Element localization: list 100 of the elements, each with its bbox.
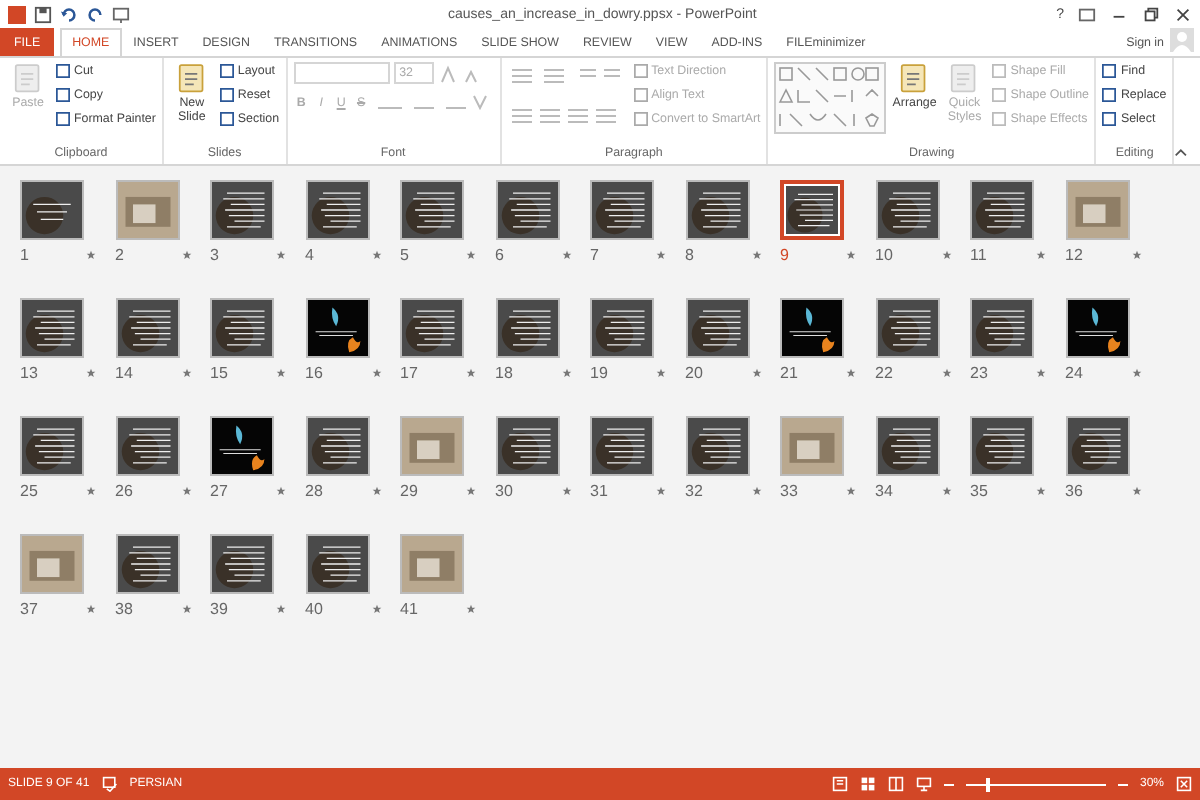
square-icon [992,112,1007,126]
slide-thumbnail[interactable] [685,180,749,240]
slide-thumbnail[interactable] [400,298,464,358]
slide-thumbnail[interactable] [305,180,369,240]
animation-star-icon [86,368,96,378]
animation-star-icon [1036,250,1046,260]
animation-star-icon [371,604,381,614]
slide-thumbnail[interactable] [1065,180,1129,240]
animation-star-icon [1131,368,1141,378]
ribbon-display-icon[interactable] [1078,5,1096,23]
animation-star-icon [276,604,286,614]
slide-thumbnail[interactable] [305,534,369,594]
slide-thumbnail[interactable] [495,298,559,358]
slide-number: 23 [970,364,988,382]
animation-star-icon [846,368,856,378]
slide-thumbnail[interactable] [20,416,84,476]
slide-thumbnail[interactable] [400,416,464,476]
slide-thumbnail[interactable] [210,534,274,594]
animation-star-icon [1036,486,1046,496]
animation-star-icon [846,486,856,496]
reading-view-icon[interactable] [887,776,904,792]
collapse-ribbon-icon[interactable] [1174,146,1188,158]
slide-thumbnail[interactable] [1065,416,1129,476]
slide-thumbnail[interactable] [210,416,274,476]
slide-thumbnail[interactable] [590,180,654,240]
slide-number: 36 [1065,482,1083,500]
restore-icon[interactable] [1142,5,1160,23]
slideshow-icon[interactable] [112,5,130,23]
slide-thumbnail[interactable] [495,416,559,476]
animation-star-icon [1036,368,1046,378]
animation-star-icon [181,604,191,614]
document-icon [14,62,42,96]
shapes-gallery[interactable] [774,62,887,134]
slide-thumbnail[interactable] [115,416,179,476]
user-silhouette-icon [1170,28,1194,52]
slide-number: 17 [400,364,418,382]
slide-thumbnail[interactable] [400,534,464,594]
slide-thumbnail[interactable] [495,180,559,240]
slide-thumbnail[interactable] [685,298,749,358]
animation-star-icon [1131,486,1141,496]
animation-star-icon [561,368,571,378]
slide-number: 26 [115,482,133,500]
square-icon [56,88,70,102]
font-name-field[interactable] [293,62,390,84]
slide-number: 16 [305,364,323,382]
slide-thumbnail[interactable] [400,180,464,240]
slide-thumbnail[interactable] [590,298,654,358]
slide-thumbnail[interactable] [115,298,179,358]
slide-number: 5 [400,246,409,264]
slide-number: 41 [400,600,418,618]
slide-number: 27 [210,482,228,500]
slide-thumbnail[interactable] [970,180,1034,240]
square-icon [992,64,1007,78]
animation-star-icon [181,250,191,260]
undo-icon[interactable] [60,5,78,23]
spellcheck-icon[interactable] [101,776,118,792]
slide-thumbnail[interactable] [305,416,369,476]
slide-thumbnail[interactable] [875,416,939,476]
animation-star-icon [466,604,476,614]
slide-number: 15 [210,364,228,382]
slide-number: 35 [970,482,988,500]
slide-number: 4 [305,246,314,264]
slide-thumbnail[interactable] [305,298,369,358]
slide-thumbnail[interactable] [210,180,274,240]
slide-thumbnail[interactable] [20,534,84,594]
slide-sorter-icon[interactable] [859,776,876,792]
save-icon[interactable] [34,5,52,23]
slide-thumbnail[interactable] [115,534,179,594]
slide-show-icon[interactable] [915,776,932,792]
animation-star-icon [561,486,571,496]
slide-number: 2 [115,246,124,264]
close-icon[interactable] [1174,5,1192,23]
animation-star-icon [941,486,951,496]
square-icon [1102,112,1117,126]
document-icon [177,62,206,96]
slide-thumbnail[interactable] [590,416,654,476]
slide-thumbnail[interactable] [20,298,84,358]
square-icon [1102,64,1117,78]
slide-thumbnail[interactable] [970,416,1034,476]
slide-thumbnail[interactable] [780,416,844,476]
slide-thumbnail[interactable] [210,298,274,358]
animation-star-icon [1131,250,1141,260]
square-icon [633,64,648,78]
slide-number: 6 [495,246,504,264]
slide-number: 39 [210,600,228,618]
slide-thumbnail[interactable] [875,298,939,358]
square-icon [56,112,70,126]
slide-thumbnail[interactable] [780,298,844,358]
slide-thumbnail[interactable] [970,298,1034,358]
slide-number: 20 [685,364,703,382]
redo-icon[interactable] [86,5,104,23]
normal-view-icon[interactable] [831,776,848,792]
slide-thumbnail[interactable] [780,180,844,240]
slide-thumbnail[interactable] [875,180,939,240]
slide-thumbnail[interactable] [115,180,179,240]
slide-thumbnail[interactable] [685,416,749,476]
animation-star-icon [371,486,381,496]
slide-thumbnail[interactable] [20,180,84,240]
slide-thumbnail[interactable] [1065,298,1129,358]
animation-star-icon [276,368,286,378]
